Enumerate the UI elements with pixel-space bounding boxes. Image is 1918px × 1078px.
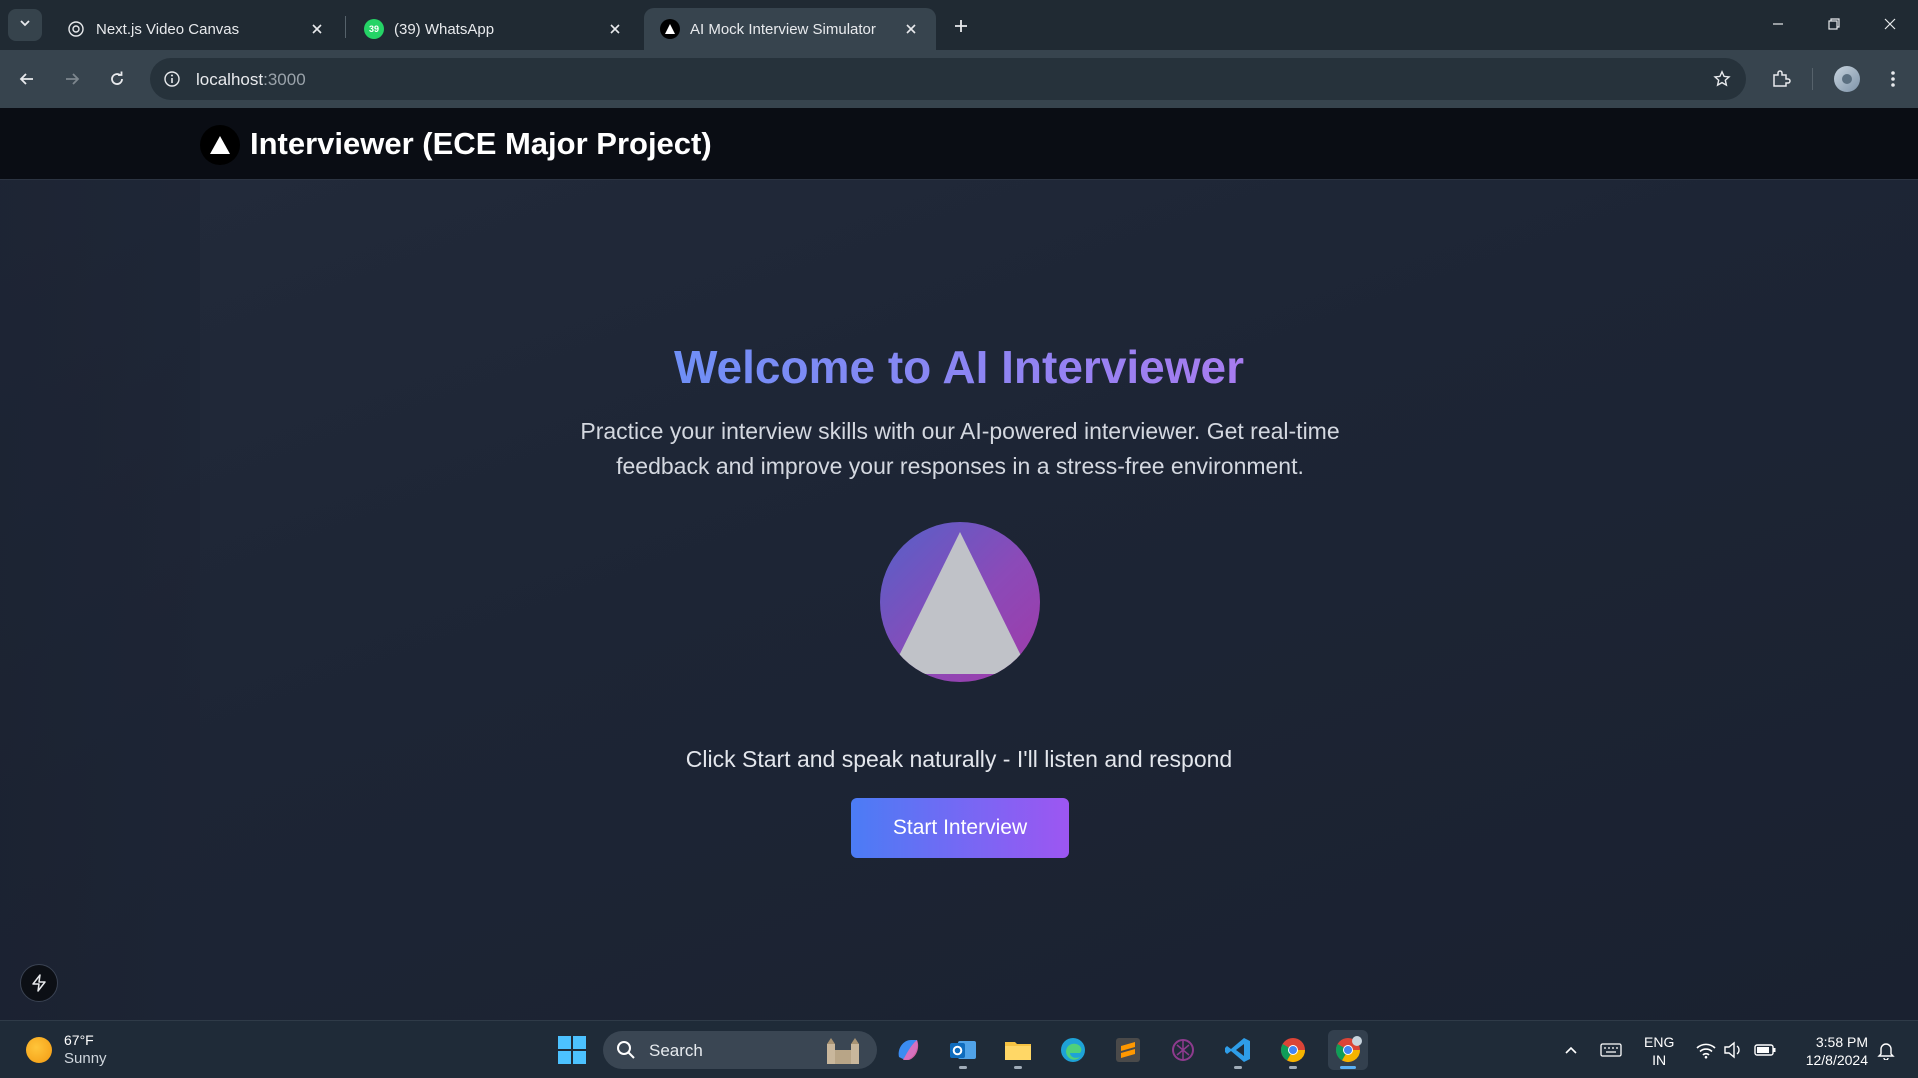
notification-bell-icon[interactable]	[1874, 1038, 1898, 1062]
input-language[interactable]: ENG IN	[1644, 1033, 1674, 1069]
running-indicator	[1289, 1066, 1297, 1069]
browser-tab-strip: Next.js Video Canvas 39 (39) WhatsApp AI…	[0, 0, 1918, 50]
network-app[interactable]	[1163, 1030, 1203, 1070]
close-window-button[interactable]	[1862, 0, 1918, 48]
system-clock[interactable]: 3:58 PM 12/8/2024	[1796, 1033, 1868, 1069]
search-label: Search	[649, 1041, 703, 1060]
url-text: localhost:3000	[196, 70, 306, 90]
app-title: Interviewer (ECE Major Project)	[250, 126, 712, 161]
whatsapp-icon: 39	[364, 19, 384, 39]
running-indicator	[959, 1066, 967, 1069]
hero-title-text: Welcome to AI Interviewer	[673, 341, 1245, 393]
cathedral-icon	[827, 1038, 859, 1064]
profile-avatar[interactable]	[1831, 63, 1863, 95]
running-indicator	[1340, 1066, 1356, 1069]
toolbar-separator	[1812, 68, 1813, 90]
taskbar: 67°F Sunny Search ENG IN 3:58 PM 12/8/20…	[0, 1020, 1918, 1078]
hero-title: Welcome to AI Interviewer	[0, 340, 1918, 394]
triangle-avatar-icon	[890, 532, 1030, 674]
tab-title: (39) WhatsApp	[394, 20, 495, 38]
sublime-text-icon	[1116, 1038, 1140, 1062]
chevron-up-icon[interactable]	[1559, 1038, 1583, 1062]
tab-ai-mock-interview[interactable]: AI Mock Interview Simulator	[644, 8, 936, 50]
vscode-app[interactable]	[1218, 1030, 1258, 1070]
close-tab-icon[interactable]	[306, 18, 328, 40]
url-host: localhost	[196, 70, 264, 89]
weather-condition: Sunny	[64, 1050, 107, 1067]
triangle-logo-icon	[660, 19, 680, 39]
edge-app[interactable]	[1053, 1030, 1093, 1070]
new-tab-button[interactable]	[947, 12, 975, 40]
instruction-text: Click Start and speak naturally - I'll l…	[685, 746, 1233, 772]
restore-button[interactable]	[1806, 0, 1862, 48]
tab-title: AI Mock Interview Simulator	[690, 20, 876, 38]
tab-whatsapp[interactable]: 39 (39) WhatsApp	[348, 8, 640, 50]
reload-button[interactable]	[101, 63, 133, 95]
tab-separator	[345, 16, 346, 38]
search-icon	[615, 1039, 637, 1061]
chrome-app[interactable]	[1273, 1030, 1313, 1070]
sublime-text-app[interactable]	[1108, 1030, 1148, 1070]
start-button[interactable]	[552, 1030, 592, 1070]
chrome-icon	[1280, 1038, 1305, 1063]
weather-temp: 67°F	[64, 1032, 94, 1048]
clock-date: 12/8/2024	[1805, 1052, 1868, 1068]
taskbar-search[interactable]: Search	[603, 1031, 877, 1069]
openai-icon	[66, 19, 86, 39]
outlook-app[interactable]	[943, 1030, 983, 1070]
running-indicator	[1234, 1066, 1242, 1069]
url-port: :3000	[263, 70, 306, 89]
brain-network-icon	[1172, 1039, 1194, 1061]
whatsapp-badge: 39	[368, 24, 379, 34]
language-code: ENG	[1644, 1034, 1675, 1050]
volume-icon[interactable]	[1721, 1038, 1745, 1062]
close-tab-icon[interactable]	[604, 18, 626, 40]
site-info-icon[interactable]	[160, 67, 184, 91]
back-button[interactable]	[11, 63, 43, 95]
weather-widget[interactable]: 67°F Sunny	[26, 1031, 107, 1069]
interviewer-avatar	[880, 522, 1040, 682]
background-panel	[0, 180, 200, 1020]
copilot-icon	[898, 1040, 919, 1060]
sun-icon	[26, 1037, 52, 1063]
extensions-icon[interactable]	[1765, 63, 1797, 95]
minimize-button[interactable]	[1750, 0, 1806, 48]
lightning-icon[interactable]	[20, 964, 58, 1002]
copilot-app[interactable]	[888, 1030, 928, 1070]
running-indicator	[1014, 1066, 1022, 1069]
edge-icon	[1061, 1038, 1085, 1062]
bookmark-star-icon[interactable]	[1710, 67, 1734, 91]
region-code: IN	[1652, 1052, 1667, 1068]
close-tab-icon[interactable]	[900, 18, 922, 40]
tab-title: Next.js Video Canvas	[96, 20, 240, 38]
file-explorer-app[interactable]	[998, 1030, 1038, 1070]
app-header: Interviewer (ECE Major Project)	[0, 108, 1918, 180]
vscode-icon	[1225, 1038, 1250, 1062]
battery-icon[interactable]	[1753, 1038, 1777, 1062]
outlook-icon	[950, 1041, 976, 1059]
tab-search-button[interactable]	[8, 9, 42, 41]
browser-toolbar: localhost:3000	[0, 50, 1918, 108]
wifi-icon[interactable]	[1694, 1038, 1718, 1062]
clock-time: 3:58 PM	[1815, 1034, 1868, 1050]
folder-icon	[1005, 1042, 1031, 1060]
triangle-logo-icon[interactable]	[200, 125, 240, 165]
chrome-profile-icon	[1335, 1036, 1362, 1063]
windows-icon	[558, 1036, 586, 1064]
start-interview-button[interactable]: Start Interview	[851, 798, 1069, 858]
browser-menu-icon[interactable]	[1877, 63, 1909, 95]
forward-button[interactable]	[56, 63, 88, 95]
tab-nextjs-video-canvas[interactable]: Next.js Video Canvas	[50, 8, 342, 50]
hero-description: Practice your interview skills with our …	[580, 418, 1340, 479]
address-bar[interactable]: localhost:3000	[150, 58, 1746, 100]
chrome-profile-app[interactable]	[1328, 1030, 1368, 1070]
keyboard-icon[interactable]	[1599, 1038, 1623, 1062]
chevron-down-icon	[18, 16, 32, 35]
page-content: Interviewer (ECE Major Project) Welcome …	[0, 108, 1918, 1020]
